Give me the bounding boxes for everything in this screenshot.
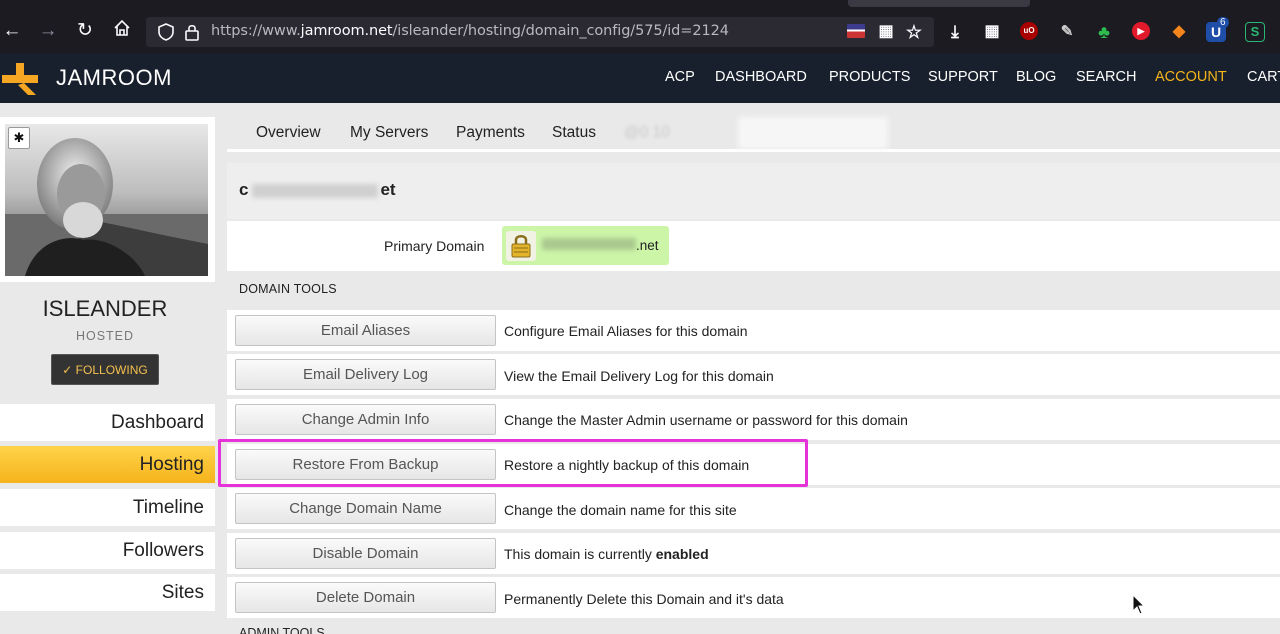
home-icon[interactable] <box>110 19 134 44</box>
metamask-icon[interactable]: ◆ <box>1169 22 1189 42</box>
email-delivery-log-button[interactable]: Email Delivery Log <box>235 359 496 390</box>
download-icon[interactable]: ⤓ <box>945 22 965 42</box>
profile-name[interactable]: ISLEANDER <box>0 296 210 322</box>
section-admin-tools: ADMIN TOOLS <box>239 626 325 634</box>
forward-icon[interactable]: → <box>36 19 60 43</box>
s-extension-icon[interactable]: S <box>1245 22 1265 42</box>
sidebar-item-sites[interactable]: Sites <box>0 574 215 611</box>
tool-description: Change the domain name for this site <box>504 502 737 518</box>
change-domain-name-button[interactable]: Change Domain Name <box>235 493 496 524</box>
nav-products[interactable]: PRODUCTS <box>829 69 910 85</box>
ssl-lock-icon <box>506 231 536 261</box>
change-admin-info-button[interactable]: Change Admin Info <box>235 404 496 435</box>
sidebar-item-hosting[interactable]: Hosting <box>0 446 215 483</box>
back-icon[interactable]: ← <box>0 19 24 43</box>
lock-icon[interactable] <box>184 23 200 46</box>
sidebar-item-dashboard[interactable]: Dashboard <box>0 404 215 441</box>
nav-support[interactable]: SUPPORT <box>928 69 998 85</box>
gear-icon[interactable]: ✱ <box>8 127 30 149</box>
site-logo-text[interactable]: JAMROOM <box>56 65 172 91</box>
grid-icon[interactable]: ▦ <box>876 22 896 42</box>
youtube-icon[interactable]: ▶ <box>1132 22 1150 40</box>
sidebar-item-timeline[interactable]: Timeline <box>0 489 215 526</box>
ublock-icon[interactable]: uO <box>1020 22 1038 40</box>
nav-blog[interactable]: BLOG <box>1016 69 1056 85</box>
tool-description: Permanently Delete this Domain and it's … <box>504 591 784 607</box>
tab-my-servers[interactable]: My Servers <box>350 124 428 142</box>
mouse-cursor-icon <box>1132 594 1146 615</box>
browser-tab[interactable] <box>848 0 1030 7</box>
flag-icon[interactable] <box>847 24 865 38</box>
reload-icon[interactable]: ↻ <box>73 19 97 43</box>
tool-description: Configure Email Aliases for this domain <box>504 323 748 339</box>
tab-overview[interactable]: Overview <box>256 124 321 142</box>
tab-payments[interactable]: Payments <box>456 124 525 142</box>
nav-search[interactable]: SEARCH <box>1076 69 1136 85</box>
evernote-icon[interactable]: ♣ <box>1094 22 1114 42</box>
primary-domain-text[interactable]: .net <box>636 238 659 253</box>
following-button[interactable]: ✓ FOLLOWING <box>51 354 159 385</box>
tool-description: View the Email Delivery Log for this dom… <box>504 368 774 384</box>
nav-account[interactable]: ACCOUNT <box>1155 69 1227 85</box>
section-domain-tools: DOMAIN TOOLS <box>239 282 337 296</box>
email-aliases-button[interactable]: Email Aliases <box>235 315 496 346</box>
nav-dashboard[interactable]: DASHBOARD <box>715 69 807 85</box>
redacted-title <box>252 184 378 198</box>
sidebar-item-followers[interactable]: Followers <box>0 532 215 569</box>
disable-domain-button[interactable]: Disable Domain <box>235 538 496 569</box>
nav-cart[interactable]: CART <box>1247 69 1280 85</box>
tab-status[interactable]: Status <box>552 124 596 142</box>
nav-acp[interactable]: ACP <box>665 69 695 85</box>
redacted-domain <box>542 238 636 250</box>
tab-blurred[interactable]: @0 10 <box>624 124 670 142</box>
url-text[interactable]: https://www.jamroom.net/isleander/hostin… <box>211 23 729 39</box>
extensions-icon[interactable]: ▦ <box>982 22 1002 42</box>
tool-description: Change the Master Admin username or pass… <box>504 412 908 428</box>
extension-badge: 6 <box>1217 17 1229 28</box>
tool-description: This domain is currently enabled <box>504 546 709 562</box>
jamroom-logo-icon[interactable] <box>2 63 40 95</box>
star-icon[interactable]: ☆ <box>904 22 924 42</box>
primary-domain-label: Primary Domain <box>384 238 485 254</box>
tab-blurred-box[interactable] <box>738 117 888 149</box>
profile-type: HOSTED <box>75 329 135 343</box>
avatar[interactable] <box>5 124 208 276</box>
shield-icon[interactable] <box>157 23 175 46</box>
tool-description: Restore a nightly backup of this domain <box>504 457 750 473</box>
delete-domain-button[interactable]: Delete Domain <box>235 582 496 613</box>
domain-status: enabled <box>655 546 709 562</box>
restore-from-backup-button[interactable]: Restore From Backup <box>235 449 496 480</box>
puzzle-icon[interactable]: ✎ <box>1057 22 1077 42</box>
